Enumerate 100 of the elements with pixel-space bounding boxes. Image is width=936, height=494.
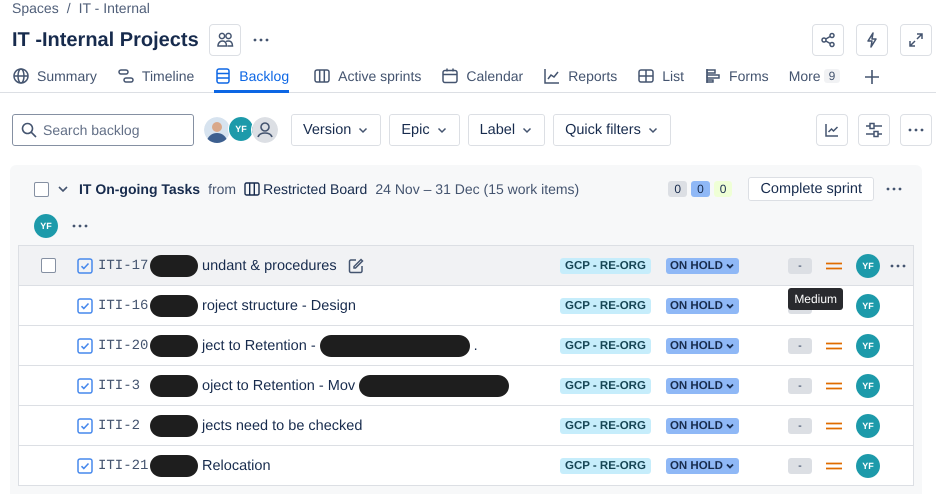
sliders-icon <box>865 122 883 138</box>
redaction-mark <box>150 454 198 476</box>
nav-tab[interactable]: Timeline <box>116 62 204 93</box>
task-icon <box>77 338 93 354</box>
filter-dropdown[interactable]: Epic <box>389 114 460 146</box>
board-name: Restricted Board <box>263 181 368 197</box>
globe-icon <box>12 67 30 85</box>
task-icon <box>77 418 93 434</box>
more-icon <box>252 38 269 42</box>
tooltip: Medium <box>788 288 843 310</box>
nav-tab[interactable]: Reports <box>543 62 628 93</box>
estimate-badge: - <box>788 338 812 354</box>
checkbox[interactable] <box>40 258 56 273</box>
more-icon <box>886 187 902 191</box>
from-label: from <box>208 181 236 197</box>
summary-text: ject to Retention - <box>202 338 316 354</box>
breadcrumb-link[interactable]: Spaces <box>12 0 59 16</box>
more-icon <box>908 128 924 132</box>
redaction-mark <box>150 254 198 276</box>
work-item-key[interactable]: ITI-2 <box>98 418 150 434</box>
nav-tab[interactable]: Summary <box>12 62 107 93</box>
chart-icon <box>543 67 562 85</box>
more-icon <box>72 224 88 228</box>
edit-icon[interactable] <box>346 256 365 274</box>
breadcrumb-link[interactable]: IT - Internal <box>78 0 150 16</box>
epic-lozenge: GCP - RE-ORG <box>560 258 651 274</box>
page-title: IT -Internal Projects <box>12 28 199 52</box>
task-icon <box>77 458 93 474</box>
nav-tab[interactable]: Calendar <box>441 62 534 93</box>
epic-lozenge: GCP - RE-ORG <box>560 418 651 434</box>
work-item-key[interactable]: ITI-20 <box>98 338 150 354</box>
sprint-name: IT On-going Tasks <box>79 181 200 197</box>
status-dropdown[interactable]: ON HOLD <box>666 298 739 314</box>
summary-text: jects need to be checked <box>202 418 362 434</box>
expand-icon <box>908 32 924 48</box>
checkbox[interactable] <box>34 182 49 196</box>
task-icon <box>77 258 93 274</box>
automation-button[interactable] <box>856 24 888 56</box>
nav-tab[interactable]: List <box>637 62 694 93</box>
view-settings-button[interactable] <box>858 114 890 146</box>
work-item-row[interactable]: ITI-17 undant & procedures GCP - RE-ORG ON HOLD - YF <box>19 246 913 286</box>
work-item-key[interactable]: ITI-3 <box>98 378 150 394</box>
insights-button[interactable] <box>816 114 848 146</box>
more-icon <box>890 264 906 268</box>
summary-text: oject to Retention - Mov <box>202 378 356 394</box>
person-avatar[interactable] <box>203 116 231 144</box>
forms-icon <box>704 67 722 85</box>
epic-lozenge: GCP - RE-ORG <box>560 458 651 474</box>
filter-dropdown[interactable]: Label <box>468 114 546 146</box>
task-icon <box>77 378 93 394</box>
redaction-mark <box>150 294 198 316</box>
redaction-mark <box>150 334 198 356</box>
user-avatar-icon[interactable] <box>251 116 279 144</box>
count-badge: 0 <box>691 181 710 197</box>
timeline-icon <box>116 67 135 85</box>
filter-dropdown[interactable]: Quick filters <box>553 114 671 146</box>
share-button[interactable] <box>812 24 844 56</box>
estimate-badge: - <box>788 458 812 474</box>
work-item-key[interactable]: ITI-16 <box>98 298 150 314</box>
redaction-mark <box>150 414 198 436</box>
search-icon <box>21 122 37 138</box>
columns-icon <box>313 67 332 85</box>
estimate-badge: - <box>788 378 812 394</box>
epic-lozenge: GCP - RE-ORG <box>560 298 651 314</box>
epic-lozenge: GCP - RE-ORG <box>560 378 651 394</box>
sprint-dates: 24 Nov – 31 Dec (15 work items) <box>375 181 580 197</box>
summary-text: roject structure - Design <box>202 298 356 314</box>
nav-tab[interactable]: Backlog <box>214 62 290 93</box>
status-dropdown[interactable]: ON HOLD <box>666 418 739 434</box>
team-button[interactable] <box>208 24 241 56</box>
epic-lozenge: GCP - RE-ORG <box>560 338 651 354</box>
status-dropdown[interactable]: ON HOLD <box>666 258 739 274</box>
breadcrumb-separator: / <box>66 0 71 16</box>
plus-icon <box>864 69 880 85</box>
estimate-badge: - <box>788 418 812 434</box>
chart-icon <box>824 122 840 138</box>
summary-text: . <box>474 338 478 354</box>
list-icon <box>214 67 232 85</box>
status-dropdown[interactable]: ON HOLD <box>666 338 739 354</box>
people-icon <box>216 31 234 49</box>
nav-tab[interactable]: Active sprints <box>313 62 432 93</box>
filter-dropdown[interactable]: Version <box>291 114 382 146</box>
status-dropdown[interactable]: ON HOLD <box>666 378 739 394</box>
more-tab[interactable]: More 9 <box>788 62 850 93</box>
board-icon <box>244 182 260 196</box>
fullscreen-button[interactable] <box>900 24 932 56</box>
table-icon <box>637 67 656 85</box>
share-icon <box>820 32 836 48</box>
redaction-mark <box>150 374 198 396</box>
task-icon <box>77 298 93 314</box>
status-dropdown[interactable]: ON HOLD <box>666 458 739 474</box>
work-item-key[interactable]: ITI-21 <box>98 458 150 474</box>
nav-tab[interactable]: Forms <box>704 62 779 93</box>
work-item-key[interactable]: ITI-17 <box>98 258 150 274</box>
summary-text: Relocation <box>202 458 271 474</box>
count-badge: 0 <box>714 181 732 197</box>
search-field[interactable]: Search backlog <box>12 114 194 146</box>
calendar-icon <box>441 67 460 85</box>
complete-sprint-button[interactable]: Complete sprint <box>748 177 874 201</box>
summary-text: undant & procedures <box>202 258 337 274</box>
